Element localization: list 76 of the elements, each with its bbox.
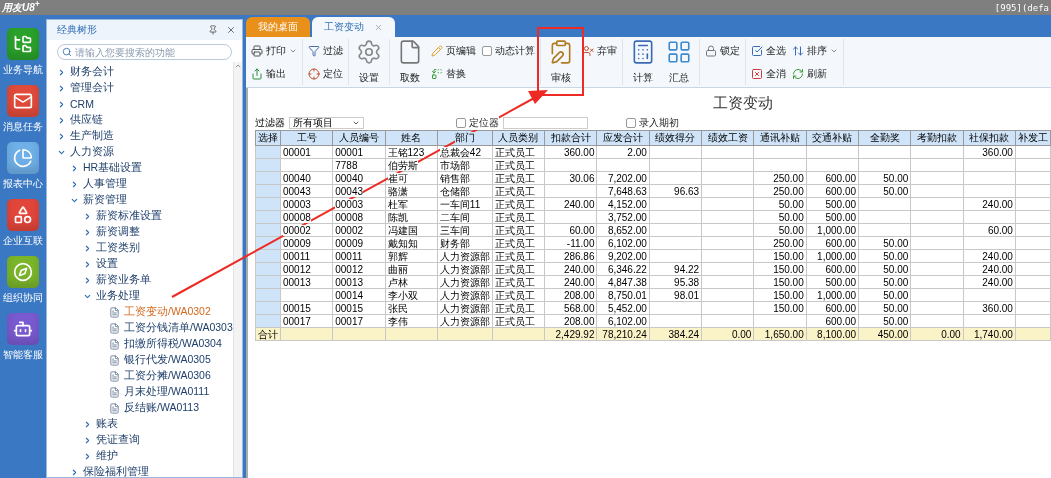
column-header[interactable]: 扣款合计 — [544, 130, 597, 146]
tree-item[interactable]: CRM — [47, 96, 233, 112]
toolbar-button[interactable]: 汇总 — [664, 39, 694, 85]
tree-item[interactable]: 生产制造 — [47, 128, 233, 144]
page-title: 工资变动 — [712, 94, 774, 113]
tree-item[interactable]: HR基础设置 — [47, 160, 233, 176]
rail-button[interactable]: 消息任务 — [0, 85, 46, 134]
toolbar-button[interactable]: 取数 — [395, 39, 425, 85]
column-header[interactable]: 人员类别 — [492, 130, 545, 146]
tree-item[interactable]: 月末处理/WA0111 — [47, 384, 233, 400]
tree-item[interactable]: 反结账/WA0113 — [47, 400, 233, 416]
column-header[interactable]: 选择 — [255, 130, 281, 146]
column-header[interactable]: 工号 — [280, 130, 333, 146]
checkbox[interactable]: 录入期初 — [626, 115, 679, 130]
column-header[interactable]: 社保扣款 — [963, 130, 1016, 146]
toolbar-button[interactable]: 设置 — [354, 39, 384, 85]
tree-item[interactable]: 人力资源 — [47, 144, 233, 160]
tree-item[interactable]: 薪资管理 — [47, 192, 233, 208]
filter-label: 过滤器 — [255, 115, 285, 130]
column-header[interactable]: 部门 — [437, 130, 493, 146]
tree-item[interactable]: 人事管理 — [47, 176, 233, 192]
tree-item[interactable]: 维护 — [47, 448, 233, 464]
rail-button[interactable]: 报表中心 — [0, 142, 46, 191]
filter-select[interactable]: 所有项目 — [289, 116, 364, 129]
tree-item[interactable]: 业务处理 — [47, 288, 233, 304]
tree-item[interactable]: 工资类别 — [47, 240, 233, 256]
tree-item[interactable]: 保险福利管理 — [47, 464, 233, 477]
search-field[interactable]: 请输入您要搜索的功能 — [57, 44, 232, 60]
app-logo: 用友U8$^{+}$ — [2, 0, 40, 16]
tree-item[interactable]: 工资分摊/WA0306 — [47, 368, 233, 384]
tree-item[interactable]: 银行代发/WA0305 — [47, 352, 233, 368]
toolbar-button[interactable]: 打印 — [251, 43, 297, 58]
tree-item[interactable]: 设置 — [47, 256, 233, 272]
tab[interactable]: 工资变动 — [312, 17, 395, 37]
tree-item[interactable]: 财务会计 — [47, 64, 233, 80]
column-header[interactable]: 应发合计 — [596, 130, 650, 146]
tree-item[interactable]: 管理会计 — [47, 80, 233, 96]
toolbar-button[interactable]: 替换 — [431, 66, 476, 81]
column-header[interactable]: 绩效工资 — [701, 130, 754, 146]
tree-item[interactable]: 薪资标准设置 — [47, 208, 233, 224]
tree-item[interactable]: 工资变动/WA0302 — [47, 304, 233, 320]
toolbar-button[interactable]: 弃审 — [582, 43, 617, 58]
toolbar-button[interactable]: 输出 — [251, 66, 297, 81]
rail-button[interactable]: 组织协同 — [0, 256, 46, 305]
column-header[interactable]: 通讯补贴 — [753, 130, 807, 146]
tree-item[interactable]: 凭证查询 — [47, 432, 233, 448]
column-header[interactable]: 人员编号 — [332, 130, 386, 146]
rail-button[interactable]: 智能客服 — [0, 313, 46, 362]
toolbar-button[interactable]: 全选 — [751, 43, 786, 58]
column-header[interactable]: 补发工 — [1015, 130, 1051, 146]
panel-title: 经典树形 — [57, 23, 97, 37]
toolbar-button[interactable]: 全消 — [751, 66, 786, 81]
rail-button[interactable]: 企业互联 — [0, 199, 46, 248]
checkbox[interactable]: 定位器 — [456, 115, 499, 130]
column-header[interactable]: 姓名 — [385, 130, 438, 146]
session-info: [995](defa — [994, 2, 1049, 13]
column-header[interactable]: 交通补贴 — [806, 130, 859, 146]
checkbox[interactable]: 动态计算 — [482, 43, 535, 58]
column-header[interactable]: 全勤奖 — [858, 130, 911, 146]
toolbar-button[interactable]: 页编辑 — [431, 43, 476, 58]
toolbar-button[interactable]: 过滤 — [308, 43, 343, 58]
tree-item[interactable]: 扣缴所得税/WA0304 — [47, 336, 233, 352]
toolbar-button[interactable]: 锁定 — [705, 43, 740, 58]
toolbar-button[interactable]: 定位 — [308, 66, 343, 81]
toolbar-button[interactable]: 计算 — [628, 39, 658, 85]
tree-item[interactable]: 薪资业务单 — [47, 272, 233, 288]
tree-item[interactable]: 账表 — [47, 416, 233, 432]
toolbar-button[interactable]: 审核 — [546, 39, 576, 85]
tree-item[interactable]: 薪资调整 — [47, 224, 233, 240]
column-header[interactable]: 绩效得分 — [649, 130, 702, 146]
column-header[interactable]: 考勤扣款 — [910, 130, 964, 146]
toolbar-button[interactable]: 排序 — [792, 43, 838, 58]
tree-item[interactable]: 供应链 — [47, 112, 233, 128]
rail-button[interactable]: 业务导航 — [0, 28, 46, 77]
toolbar-button[interactable]: 刷新 — [792, 66, 838, 81]
tree-item[interactable]: 工资分钱清单/WA0303 — [47, 320, 233, 336]
